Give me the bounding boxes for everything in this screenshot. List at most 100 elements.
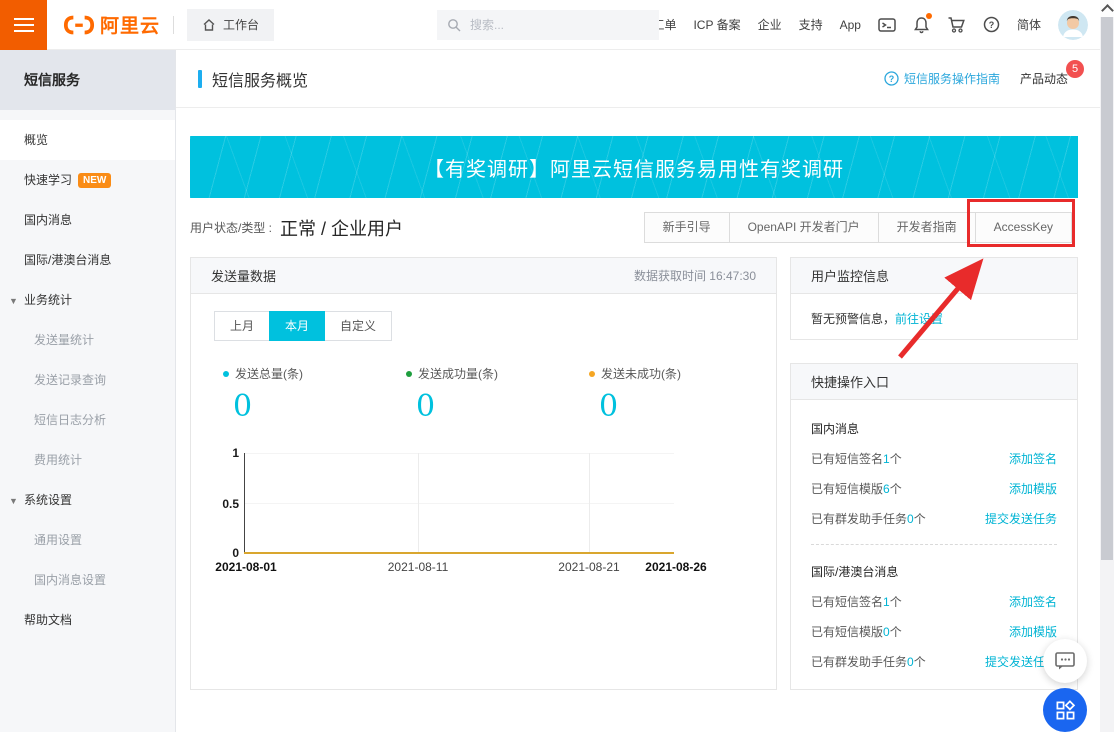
add-signature-link[interactable]: 添加签名 [1009,593,1057,610]
global-search[interactable] [437,10,659,40]
aliyun-logo-text: 阿里云 [100,11,160,38]
gridline [244,453,674,454]
app-launcher-button[interactable] [1043,688,1087,732]
stat-total-sent: 发送总量(条) 0 [223,365,406,424]
add-template-link[interactable]: 添加模版 [1009,623,1057,640]
add-signature-link[interactable]: 添加签名 [1009,450,1057,467]
product-news-link[interactable]: 产品动态 5 [1020,70,1068,87]
quick-action-buttons: 新手引导 OpenAPI 开发者门户 开发者指南 AccessKey [645,212,1072,243]
banner-text: 【有奖调研】阿里云短信服务易用性有奖调研 [424,153,844,182]
feedback-chat-button[interactable] [1043,639,1087,683]
sidebar-item-send-volume-stats[interactable]: 发送量统计 [0,320,175,360]
svg-text:?: ? [889,74,895,84]
search-icon [447,18,461,32]
cloudshell-icon[interactable] [878,17,896,33]
beginner-guide-button[interactable]: 新手引导 [644,212,730,243]
send-volume-panel-title: 发送量数据 [211,266,276,285]
sidebar-group-system-settings[interactable]: ▼系统设置 [0,480,175,520]
openapi-portal-button[interactable]: OpenAPI 开发者门户 [729,212,879,243]
main-content: 短信服务概览 ? 短信服务操作指南 产品动态 5 【有奖调研】阿里云短信服务易用… [176,50,1100,732]
period-tabs: 上月 本月 自定义 [215,311,392,341]
sidebar-item-domestic-messages[interactable]: 国内消息 [0,200,175,240]
developer-guide-button[interactable]: 开发者指南 [878,212,976,243]
send-volume-panel-header: 发送量数据 数据获取时间 16:47:30 [191,258,776,294]
quick-entry-panel-title: 快捷操作入口 [811,372,889,391]
sidebar-item-international-messages[interactable]: 国际/港澳台消息 [0,240,175,280]
svg-text:?: ? [989,20,995,30]
send-volume-chart: 1 0.5 0 2021-08-01 2021-08-11 2021-08-21… [191,453,776,588]
sidebar-item-quick-learning[interactable]: 快速学习NEW [0,160,175,200]
gridline [589,453,590,554]
success-dot-icon [406,371,412,377]
scrollbar-thumb[interactable] [1101,17,1113,560]
workspace-button[interactable]: 工作台 [187,9,274,41]
x-tick-0801: 2021-08-01 [203,560,289,574]
send-volume-panel: 发送量数据 数据获取时间 16:47:30 上月 本月 自定义 发送总量(条) … [190,257,777,690]
locale-switcher[interactable]: 简体 [1017,16,1041,33]
workspace-label: 工作台 [223,16,259,33]
sidebar-title: 短信服务 [0,50,175,110]
menu-icp[interactable]: ICP 备案 [693,16,740,33]
quick-entry-panel-header: 快捷操作入口 [791,364,1077,400]
news-count-badge: 5 [1066,60,1084,78]
list-item: 已有短信签名1个 添加签名 [811,593,1057,610]
stats-row: 发送总量(条) 0 发送成功量(条) 0 发送未成功(条) 0 [191,365,776,424]
data-fetch-time: 数据获取时间 16:47:30 [634,267,756,284]
dashed-divider [811,544,1057,545]
tab-last-month[interactable]: 上月 [214,311,270,341]
menu-enterprise[interactable]: 企业 [758,16,782,33]
question-circle-icon: ? [884,71,899,86]
title-accent-bar [198,70,202,88]
search-input[interactable] [468,17,649,33]
sidebar-item-send-record-query[interactable]: 发送记录查询 [0,360,175,400]
user-status-label: 用户状态/类型 : [190,219,272,236]
sidebar-item-overview[interactable]: 概览 [0,120,175,160]
aliyun-logo-icon [63,14,95,36]
quick-entry-panel: 快捷操作入口 国内消息 已有短信签名1个 添加签名 已有短信模版6个 添加模版 … [790,363,1078,690]
page-title: 短信服务概览 [212,67,308,91]
no-alert-text: 暂无预警信息， [811,312,895,326]
cart-icon[interactable] [947,16,966,34]
sidebar-item-general-settings[interactable]: 通用设置 [0,520,175,560]
tab-custom[interactable]: 自定义 [324,311,392,341]
notifications-bell-icon[interactable] [913,16,930,34]
sidebar-item-sms-log-analysis[interactable]: 短信日志分析 [0,400,175,440]
hamburger-menu-icon[interactable] [0,0,47,50]
sidebar-item-help-docs[interactable]: 帮助文档 [0,600,175,640]
submit-send-task-link[interactable]: 提交发送任务 [985,510,1057,527]
y-tick-0: 0 [195,546,239,560]
go-to-settings-link[interactable]: 前往设置 [895,312,943,326]
stat-success-value: 0 [416,389,589,424]
list-item: 已有群发助手任务0个 提交发送任务 [811,510,1057,527]
add-template-link[interactable]: 添加模版 [1009,480,1057,497]
x-tick-0821: 2021-08-21 [546,560,632,574]
avatar[interactable] [1058,10,1088,40]
user-monitor-panel-title: 用户监控信息 [811,266,889,285]
stat-success-sent: 发送成功量(条) 0 [406,365,589,424]
gridline [244,503,674,504]
stat-failed-value: 0 [599,389,772,424]
aliyun-logo[interactable]: 阿里云 [63,11,160,38]
user-status-row: 用户状态/类型 : 正常 / 企业用户 [190,212,403,243]
topbar-menu: 费用 工单 ICP 备案 企业 支持 App ? 简体 [611,10,1100,40]
y-tick-05: 0.5 [195,497,239,511]
group-international-title: 国际/港澳台消息 [811,563,1057,580]
sidebar-item-cost-stats[interactable]: 费用统计 [0,440,175,480]
tab-this-month[interactable]: 本月 [269,311,325,341]
user-monitor-panel: 用户监控信息 暂无预警信息，前往设置 [790,257,1078,340]
operation-guide-link[interactable]: ? 短信服务操作指南 [884,70,1000,87]
sidebar-item-domestic-message-settings[interactable]: 国内消息设置 [0,560,175,600]
menu-app[interactable]: App [840,18,861,32]
sidebar-items: 概览 快速学习NEW 国内消息 国际/港澳台消息 ▼业务统计 发送量统计 发送记… [0,110,175,640]
user-status-value: 正常 / 企业用户 [280,215,403,241]
list-item: 已有群发助手任务0个 提交发送任务 [811,653,1057,670]
sidebar-group-business-stats[interactable]: ▼业务统计 [0,280,175,320]
chevron-down-icon: ▼ [9,481,18,521]
survey-banner[interactable]: 【有奖调研】阿里云短信服务易用性有奖调研 [190,136,1078,198]
menu-support[interactable]: 支持 [799,16,823,33]
help-icon[interactable]: ? [983,16,1000,33]
scroll-up-button[interactable] [1100,0,1114,17]
sidebar: 短信服务 概览 快速学习NEW 国内消息 国际/港澳台消息 ▼业务统计 发送量统… [0,50,176,732]
page-scrollbar[interactable] [1100,0,1114,732]
accesskey-button[interactable]: AccessKey [975,212,1072,243]
